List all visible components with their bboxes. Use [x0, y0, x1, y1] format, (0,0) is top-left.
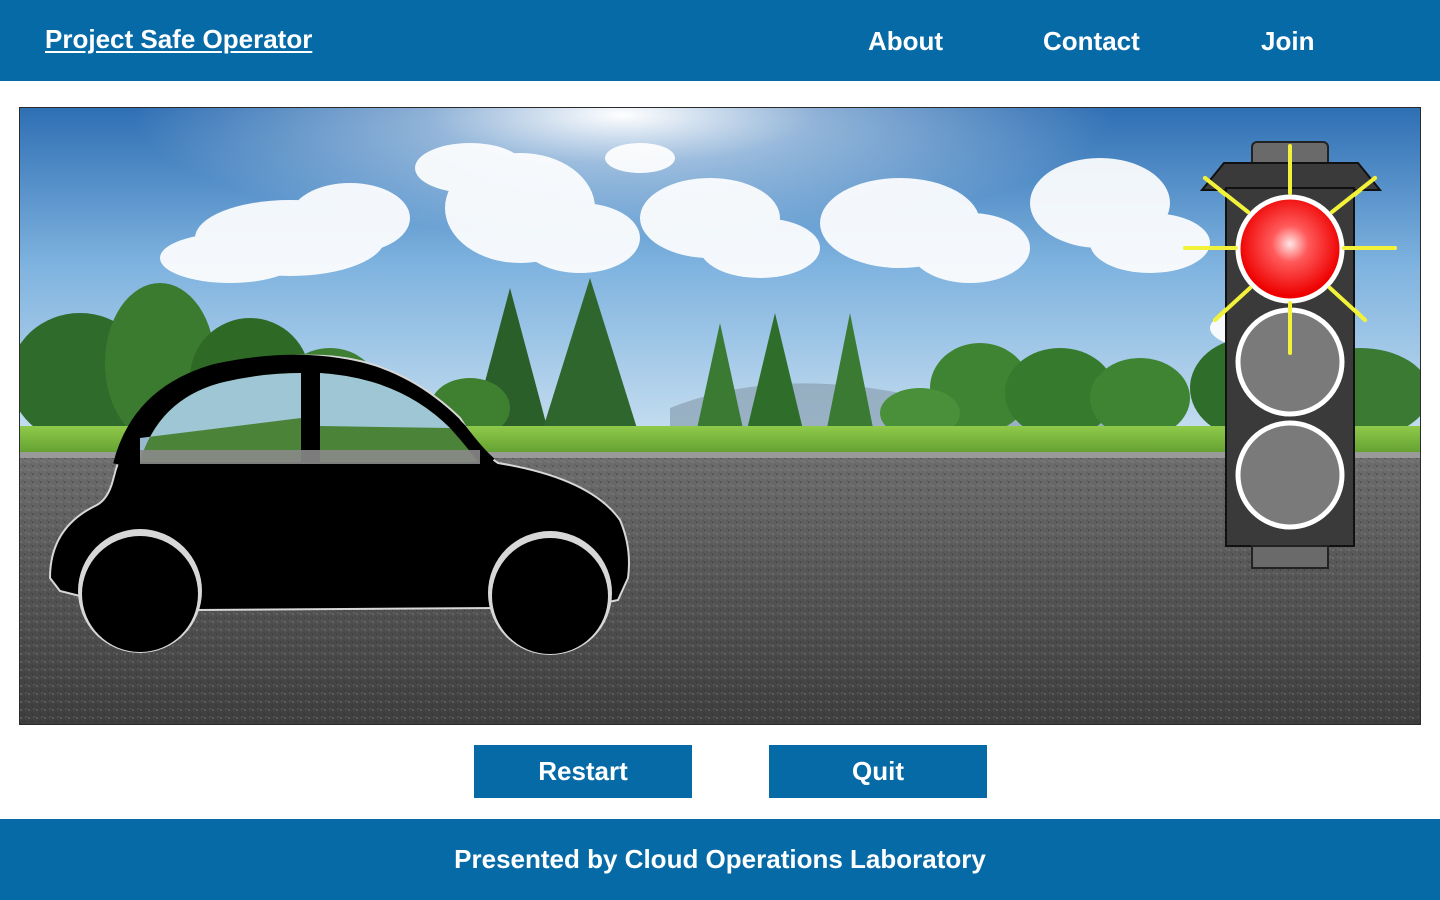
scene-canvas	[20, 108, 1420, 724]
restart-button[interactable]: Restart	[474, 745, 692, 798]
nav-about-link[interactable]: About	[868, 26, 943, 57]
green-lamp	[1235, 420, 1345, 530]
footer-credit: Presented by Cloud Operations Laboratory	[454, 844, 986, 874]
driving-scene	[19, 107, 1421, 725]
red-lamp	[1235, 194, 1345, 304]
footer-bar: Presented by Cloud Operations Laboratory	[0, 819, 1440, 900]
nav-join-link[interactable]: Join	[1261, 26, 1314, 57]
brand-link[interactable]: Project Safe Operator	[45, 24, 312, 55]
quit-button[interactable]: Quit	[769, 745, 987, 798]
nav-contact-link[interactable]: Contact	[1043, 26, 1140, 57]
top-nav-bar: Project Safe Operator About Contact Join	[0, 0, 1440, 81]
